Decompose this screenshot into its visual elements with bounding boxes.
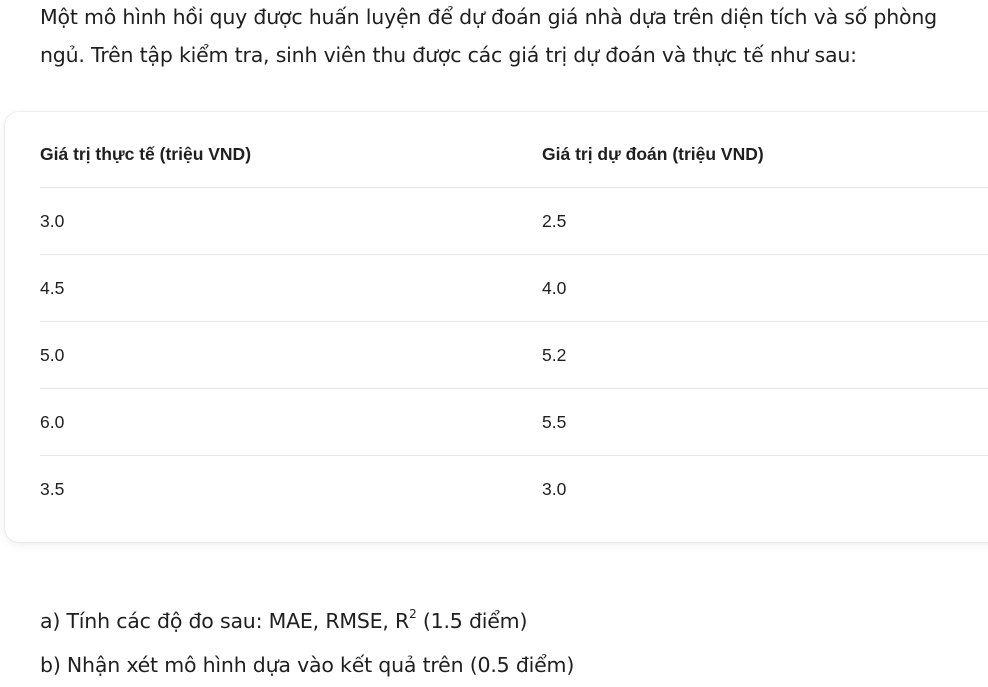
cell-actual: 5.0 xyxy=(40,321,542,389)
table-row: 3.5 3.0 xyxy=(40,456,988,523)
header-actual: Giá trị thực tế (triệu VND) xyxy=(40,122,542,188)
cell-actual: 3.5 xyxy=(40,478,65,499)
cell-predicted: 5.5 xyxy=(542,388,988,456)
cell-actual: 6.0 xyxy=(40,388,542,456)
table-row: 4.5 4.0 xyxy=(40,254,988,322)
intro-line-2: ngủ. Trên tập kiểm tra, sinh viên thu đư… xyxy=(40,43,857,67)
intro-line-1: Một mô hình hồi quy được huấn luyện để d… xyxy=(40,5,937,29)
header-predicted: Giá trị dự đoán (triệu VND) xyxy=(542,122,988,188)
cell-predicted: 3.0 xyxy=(542,478,567,499)
cell-predicted: 2.5 xyxy=(542,187,988,255)
data-table-card: Giá trị thực tế (triệu VND) Giá trị dự đ… xyxy=(5,112,988,542)
questions: a) Tính các độ đo sau: MAE, RMSE, R2 (1.… xyxy=(40,594,574,687)
question-a-text: a) Tính các độ đo sau: MAE, RMSE, R xyxy=(40,608,410,633)
table-header-row: Giá trị thực tế (triệu VND) Giá trị dự đ… xyxy=(40,122,988,188)
data-table: Giá trị thực tế (triệu VND) Giá trị dự đ… xyxy=(40,122,988,522)
cell-actual: 4.5 xyxy=(40,254,542,322)
table-row: 6.0 5.5 xyxy=(40,388,988,456)
question-a-points: (1.5 điểm) xyxy=(416,608,528,633)
cell-actual: 3.0 xyxy=(40,187,542,255)
squared-superscript: 2 xyxy=(409,607,417,621)
question-b: b) Nhận xét mô hình dựa vào kết quả trên… xyxy=(40,652,575,677)
question-a: a) Tính các độ đo sau: MAE, RMSE, R2 (1.… xyxy=(40,594,574,643)
problem-statement: Một mô hình hồi quy được huấn luyện để d… xyxy=(40,0,988,74)
table-row: 3.0 2.5 xyxy=(40,187,988,255)
cell-predicted: 4.0 xyxy=(542,254,988,322)
table-row: 5.0 5.2 xyxy=(40,321,988,389)
cell-predicted: 5.2 xyxy=(542,321,988,389)
